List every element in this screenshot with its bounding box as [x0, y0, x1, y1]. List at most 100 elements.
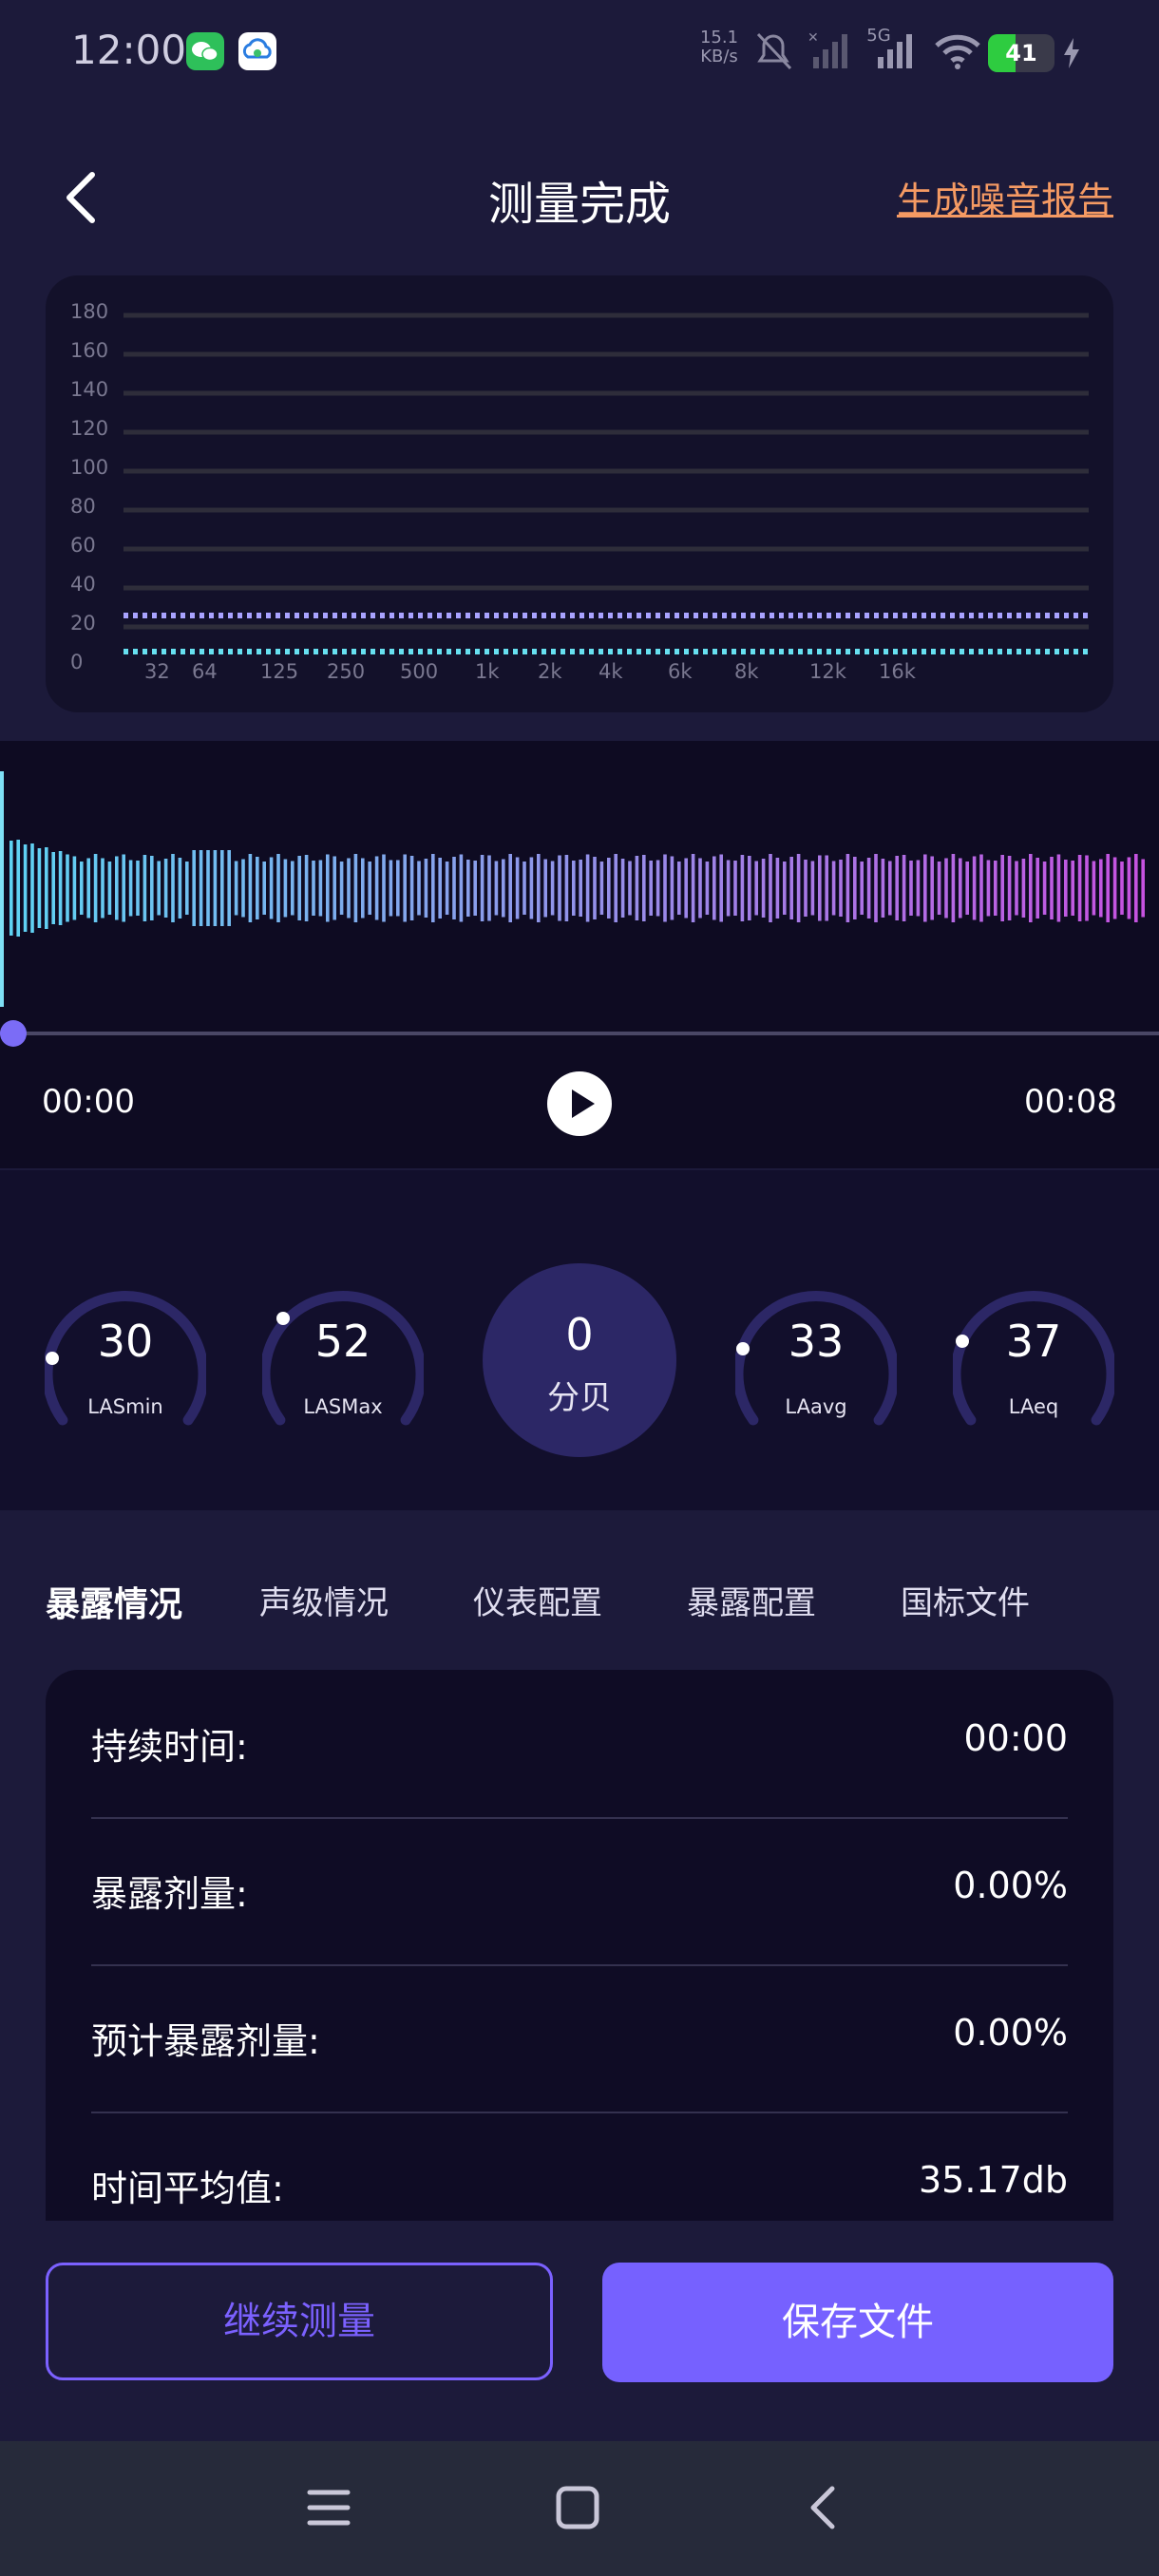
waveform-bar	[1085, 855, 1089, 921]
gauge-value: 52	[314, 1316, 371, 1367]
waveform-bar	[487, 855, 491, 921]
waveform-bar	[136, 861, 140, 916]
waveform-bar	[874, 854, 878, 922]
total-time: 00:08	[1024, 1083, 1117, 1121]
spectrum-svg: 180 160 140 120 100 80 60 40 20 0 32 64 125 250 500 1k 2…	[70, 300, 1089, 683]
tab-sound-level[interactable]: 声级情况	[259, 1577, 389, 1623]
gauge-laavg: 33 LAavg	[732, 1278, 900, 1430]
waveform-bar	[558, 855, 561, 921]
current-db-unit: 分贝	[547, 1379, 612, 1417]
waveform-bar	[522, 862, 526, 915]
waveform-bar	[585, 854, 590, 922]
waveform-bar	[297, 856, 301, 920]
gauge-label: LASMax	[303, 1395, 383, 1418]
waveform-bar	[930, 856, 934, 920]
waveform-bar	[1064, 860, 1068, 917]
back-nav-button[interactable]	[800, 2483, 849, 2532]
waveform-bar	[220, 850, 224, 926]
tab-meter-config[interactable]: 仪表配置	[473, 1577, 602, 1623]
waveform-bar	[23, 844, 28, 932]
y-tick-label: 160	[70, 339, 108, 362]
waveform-bar	[698, 858, 702, 919]
x-tick-label: 250	[327, 660, 365, 683]
progress-knob[interactable]	[0, 1020, 27, 1047]
waveform-bar	[10, 841, 13, 936]
waveform-bar	[607, 858, 611, 919]
waveform-bar	[515, 857, 520, 919]
save-file-button[interactable]: 保存文件	[602, 2263, 1113, 2382]
waveform-bar	[719, 854, 723, 922]
waveform-bar	[994, 861, 998, 916]
x-tick-label: 1k	[475, 660, 500, 683]
waveform-bar	[1042, 862, 1047, 915]
gauge-label: LAeq	[1008, 1395, 1059, 1418]
waveform-bar	[684, 858, 688, 919]
waveform-bar	[620, 859, 625, 918]
waveform-bar	[748, 856, 751, 920]
waveform-bar	[972, 856, 977, 920]
wechat-icon	[186, 32, 224, 70]
waveform-bar	[30, 843, 34, 933]
waveform-bar	[831, 861, 836, 916]
gauge-label: LAavg	[785, 1395, 847, 1418]
waveform-bar	[86, 858, 90, 919]
waveform-bar	[775, 858, 780, 919]
waveform-bar	[16, 840, 20, 937]
status-time: 12:00	[71, 27, 187, 73]
gauge-label: LASmin	[87, 1395, 163, 1418]
play-button[interactable]	[547, 1071, 612, 1136]
waveform-bar	[909, 861, 913, 916]
waveform-bar	[403, 854, 407, 922]
waveform-bar	[1021, 859, 1026, 918]
wifi-icon	[933, 32, 982, 74]
waveform-bar	[537, 854, 541, 922]
waveform-bar	[902, 855, 906, 921]
menu-nav-button[interactable]	[304, 2483, 353, 2532]
waveform-bar	[213, 850, 218, 926]
waveform-bar	[656, 860, 660, 917]
info-label: 暴露剂量:	[91, 1873, 248, 1915]
waveform-bar	[318, 860, 323, 917]
info-label: 预计暴露剂量:	[91, 2020, 320, 2062]
generate-report-link[interactable]: 生成噪音报告	[897, 171, 1113, 223]
waveform-bar	[466, 860, 470, 917]
x-tick-label: 8k	[734, 660, 759, 683]
waveform-bar	[339, 862, 344, 915]
continue-measure-button[interactable]: 继续测量	[46, 2263, 553, 2380]
charging-icon	[1062, 38, 1081, 72]
gauge-value: 33	[788, 1316, 845, 1367]
waveform-bar	[593, 857, 597, 919]
info-label: 时间平均值:	[91, 2168, 284, 2209]
waveform-bar	[409, 856, 414, 920]
waveform-bar	[761, 859, 766, 918]
waveform-bar	[839, 860, 843, 917]
waveform-bar	[1092, 861, 1096, 916]
waveform-bar	[347, 858, 351, 919]
waveform-bar	[494, 861, 499, 916]
waveform-bar	[860, 862, 864, 915]
net-speed: 15.1 KB/s	[699, 28, 739, 66]
waveform-bar	[1077, 855, 1082, 921]
current-db-meter: 0 分贝	[483, 1263, 676, 1457]
waveform-bar	[178, 858, 182, 919]
tab-standard-docs[interactable]: 国标文件	[901, 1577, 1030, 1623]
waveform-bar	[326, 854, 330, 922]
cloud-icon	[238, 32, 276, 70]
waveform-bar	[304, 855, 309, 921]
current-time: 00:00	[42, 1083, 135, 1121]
y-tick-label: 100	[70, 456, 108, 479]
waveform-bar	[1056, 854, 1061, 922]
tab-exposure-config[interactable]: 暴露配置	[687, 1577, 816, 1623]
waveform-bar	[185, 862, 189, 915]
waveform-bar	[1036, 858, 1039, 919]
waveform-bar	[473, 861, 477, 916]
waveform-bar	[417, 861, 421, 916]
waveform-bar	[846, 854, 850, 922]
waveform-bar	[951, 854, 956, 922]
home-nav-button[interactable]	[553, 2483, 602, 2532]
waveform-bar	[866, 858, 871, 919]
tab-exposure[interactable]: 暴露情况	[46, 1577, 182, 1626]
waveform-bar	[733, 861, 737, 916]
y-tick-label: 140	[70, 378, 108, 401]
progress-track	[0, 1032, 1159, 1035]
